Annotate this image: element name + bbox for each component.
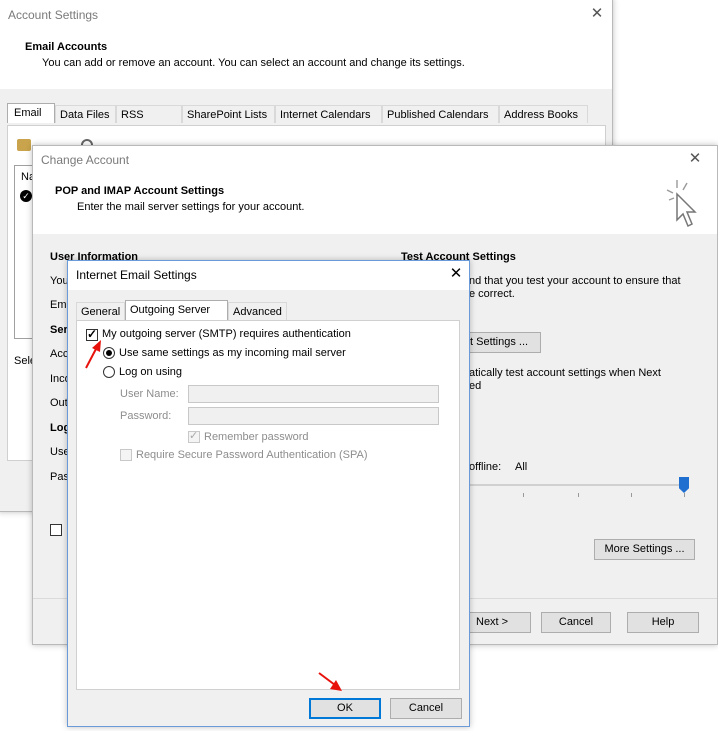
same-settings-label: Use same settings as my incoming mail se… — [119, 347, 346, 359]
tab-rss-feeds[interactable]: RSS Feeds — [116, 105, 182, 139]
close-icon[interactable]: ✕ — [688, 151, 702, 166]
test-account-text-1: nd that you test your account to ensure … — [469, 275, 681, 287]
test-account-settings-button[interactable]: t Settings ... — [463, 332, 541, 353]
internet-email-tabs: General Outgoing Server Advanced — [76, 300, 456, 320]
tab-email[interactable]: Email — [7, 103, 55, 123]
close-icon[interactable]: ✕ — [449, 266, 463, 281]
left-label-account: Acc — [50, 348, 69, 360]
tab-advanced[interactable]: Advanced — [228, 302, 287, 320]
log-on-using-label: Log on using — [119, 366, 182, 378]
default-account-check-icon: ✓ — [20, 190, 32, 202]
offline-slider-tick — [631, 493, 632, 497]
tab-general[interactable]: General — [76, 302, 125, 320]
ok-button[interactable]: OK — [309, 698, 381, 719]
tab-internet-calendars[interactable]: Internet Calendars — [275, 105, 382, 123]
tab-data-files[interactable]: Data Files — [55, 105, 116, 123]
user-name-input[interactable] — [188, 385, 439, 403]
internet-email-title: Internet Email Settings — [76, 268, 197, 282]
auto-test-text-2: ed — [469, 380, 482, 392]
password-label: Password: — [120, 410, 172, 422]
left-label-server: Ser — [50, 324, 68, 336]
annotation-arrow-icon — [318, 672, 342, 691]
offline-slider-tick — [684, 493, 685, 497]
help-button[interactable]: Help — [627, 612, 699, 633]
remember-checkbox[interactable] — [50, 524, 62, 536]
close-icon[interactable]: ✕ — [590, 6, 604, 21]
internet-email-settings-dialog: Internet Email Settings ✕ General Outgoi… — [67, 260, 470, 727]
spa-checkbox[interactable] — [120, 449, 132, 461]
password-input[interactable] — [188, 407, 439, 425]
remember-password-label: Remember password — [204, 431, 309, 443]
account-settings-title: Account Settings — [8, 8, 99, 22]
offline-slider-track — [469, 484, 684, 486]
left-label-you: You — [50, 275, 69, 287]
next-button[interactable]: Next > — [469, 612, 531, 633]
email-accounts-heading: Email Accounts — [25, 41, 108, 53]
tab-published-calendars[interactable]: Published Calendars — [382, 105, 499, 123]
email-accounts-description: You can add or remove an account. You ca… — [42, 57, 465, 69]
annotation-arrow-icon — [85, 340, 101, 369]
smtp-auth-label: My outgoing server (SMTP) requires authe… — [102, 328, 351, 340]
mail-offline-value: All — [515, 461, 528, 473]
tab-outgoing-server[interactable]: Outgoing Server — [125, 300, 228, 320]
left-label-outgoing: Out — [50, 397, 68, 409]
change-account-cancel-button[interactable]: Cancel — [541, 612, 611, 633]
mail-offline-label: offline: — [469, 461, 502, 473]
spa-label: Require Secure Password Authentication (… — [136, 449, 368, 461]
offline-slider-tick — [523, 493, 524, 497]
toolbar-icon-new[interactable] — [17, 139, 31, 151]
more-settings-button[interactable]: More Settings ... — [594, 539, 695, 560]
test-account-text-2: e correct. — [469, 288, 515, 300]
offline-slider-tick — [578, 493, 579, 497]
cursor-click-icon — [666, 180, 697, 228]
internet-email-cancel-button[interactable]: Cancel — [390, 698, 462, 719]
remember-password-check-icon: ✓ — [189, 430, 199, 442]
change-account-title: Change Account — [41, 153, 130, 167]
tab-sharepoint-lists[interactable]: SharePoint Lists — [182, 105, 275, 123]
pop-imap-description: Enter the mail server settings for your … — [77, 201, 305, 213]
tab-address-books[interactable]: Address Books — [499, 105, 588, 123]
pop-imap-heading: POP and IMAP Account Settings — [55, 185, 225, 197]
account-tabs: Email Data Files RSS Feeds SharePoint Li… — [7, 103, 607, 139]
auto-test-text-1: atically test account settings when Next — [469, 367, 661, 379]
user-name-label: User Name: — [120, 388, 179, 400]
